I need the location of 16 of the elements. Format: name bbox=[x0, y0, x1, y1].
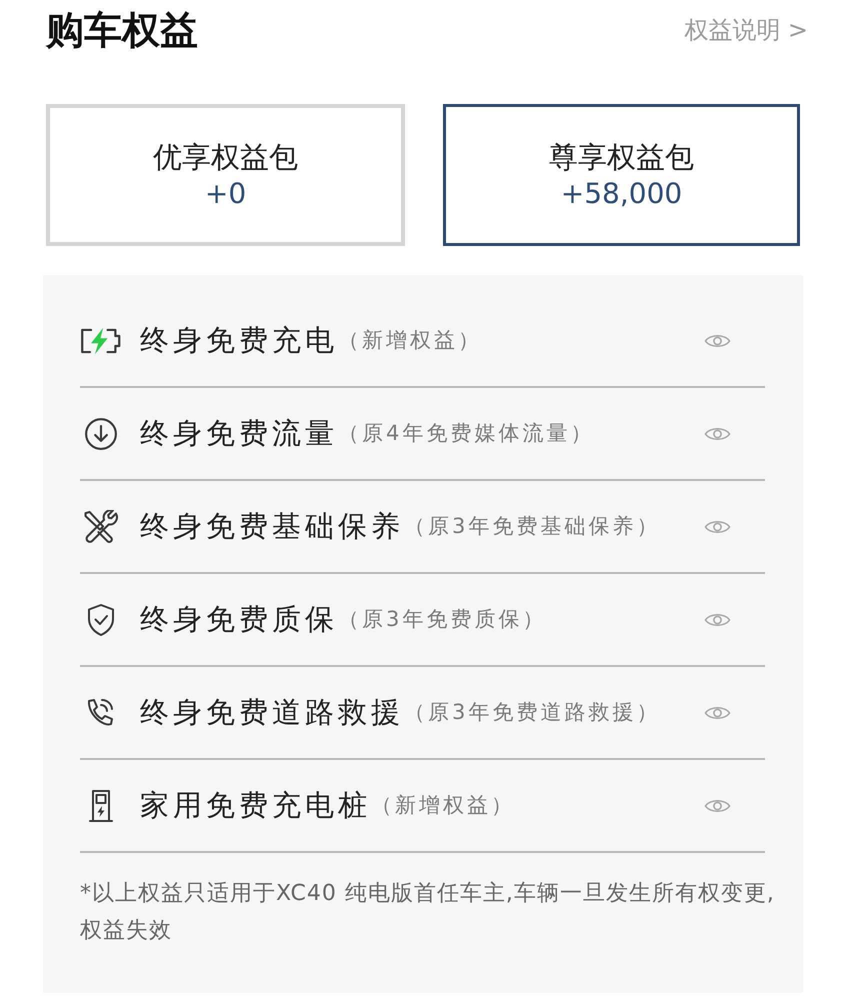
benefit-note: （原3年免费基础保养） bbox=[404, 512, 660, 540]
benefit-title: 终身免费充电 bbox=[140, 322, 338, 359]
benefit-note: （原3年免费质保） bbox=[338, 606, 546, 633]
benefit-note: （原4年免费媒体流量） bbox=[338, 420, 594, 447]
benefit-title: 家用免费充电桩 bbox=[140, 786, 371, 824]
benefit-note: （原3年免费道路救援） bbox=[404, 698, 660, 726]
benefit-note: （新增权益） bbox=[371, 792, 515, 819]
package-card[interactable]: 优享权益包 +0 bbox=[46, 104, 405, 246]
benefit-title: 终身免费道路救援 bbox=[140, 694, 404, 731]
page-title: 购车权益 bbox=[46, 8, 198, 52]
benefit-title: 终身免费流量 bbox=[140, 414, 338, 452]
benefit-note: （新增权益） bbox=[338, 326, 482, 354]
benefit-title: 终身免费基础保养 bbox=[140, 508, 404, 545]
benefit-title: 终身免费质保 bbox=[140, 600, 338, 638]
package-card[interactable]: 尊享权益包 +58,000 bbox=[443, 104, 800, 246]
footnote-text: *以上权益只适用于XC40 纯电版首任车主,车辆一旦发生所有权变更,权益失效 bbox=[80, 880, 776, 945]
